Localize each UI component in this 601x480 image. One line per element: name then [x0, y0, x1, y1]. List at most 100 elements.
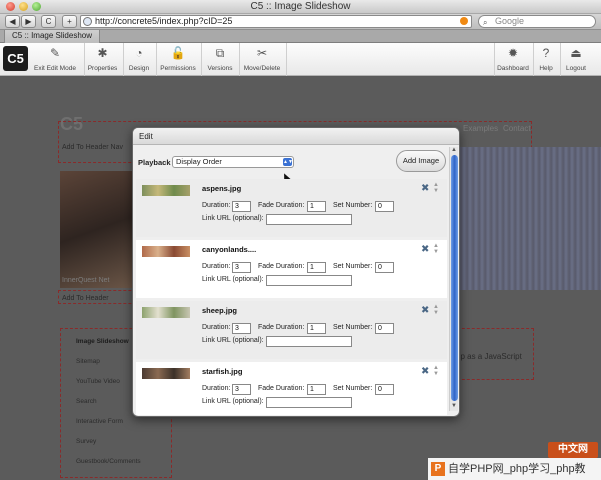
scroll-down-icon[interactable]: ▼ — [451, 403, 457, 409]
versions-button[interactable]: ⧉ Versions — [203, 46, 237, 72]
watermark-text: 自学PHP网_php学习_php教 — [448, 463, 586, 475]
image-row: sheep.jpg ✖ ▲ ▼ Duration: 3 Fade Duration… — [136, 301, 447, 359]
hero-image — [60, 171, 135, 288]
sidebar-item-guestbook[interactable]: Guestbook/Comments — [76, 458, 141, 465]
duration-label: Duration: — [202, 385, 231, 392]
window-titlebar: C5 :: Image Slideshow — [0, 0, 601, 14]
tab-image-slideshow[interactable]: C5 :: Image Slideshow — [4, 30, 100, 43]
permissions-label: Permissions — [160, 65, 196, 72]
delete-icon[interactable]: ✖ — [421, 306, 429, 316]
scroll-up-icon[interactable]: ▲ — [451, 147, 457, 153]
nav-contact[interactable]: Contact — [503, 124, 531, 133]
dashboard-icon: ✹ — [507, 46, 519, 60]
move-delete-button[interactable]: ✂ Move/Delete — [241, 46, 283, 72]
set-number-input[interactable]: 0 — [375, 262, 394, 273]
dashboard-button[interactable]: ✹ Dashboard — [495, 46, 531, 72]
sidebar-item-youtube-video[interactable]: YouTube Video — [76, 378, 120, 385]
sidebar-item-interactive-form[interactable]: Interactive Form — [76, 418, 123, 425]
set-number-input[interactable]: 0 — [375, 201, 394, 212]
c5-edit-toolbar: C5 ✎ Exit Edit Mode ✱ Properties ◔ Desig… — [0, 43, 601, 76]
duration-label: Duration: — [202, 324, 231, 331]
duration-input[interactable]: 3 — [232, 262, 251, 273]
set-number-label: Set Number: — [333, 324, 373, 331]
fade-duration-input[interactable]: 1 — [307, 323, 326, 334]
sidebar-item-image-slideshow[interactable]: Image Slideshow — [76, 338, 129, 345]
image-thumbnail — [142, 368, 190, 379]
rss-icon[interactable] — [460, 17, 468, 25]
c5-logo[interactable]: C5 — [3, 46, 28, 71]
toolbar-divider — [201, 43, 202, 76]
duration-input[interactable]: 3 — [232, 323, 251, 334]
image-thumbnail — [142, 185, 190, 196]
logout-label: Logout — [566, 65, 586, 72]
playback-value: Display Order — [176, 157, 222, 166]
sidebar-item-survey[interactable]: Survey — [76, 438, 96, 445]
url-bar[interactable]: http://concrete5/index.php?cID=25 — [80, 15, 472, 28]
back-button[interactable]: ◀ — [5, 15, 20, 28]
set-number-input[interactable]: 0 — [375, 323, 394, 334]
permissions-button[interactable]: 🔓 Permissions — [158, 46, 198, 72]
design-label: Design — [128, 65, 150, 72]
logout-icon: ⏏ — [570, 46, 582, 60]
select-arrows-icon: ▲▼ — [283, 158, 293, 166]
fade-duration-label: Fade Duration: — [258, 385, 305, 392]
duration-input[interactable]: 3 — [232, 201, 251, 212]
toolbar-divider — [286, 43, 287, 76]
sort-arrows-icon[interactable]: ▲ ▼ — [433, 243, 439, 255]
design-button[interactable]: ◔ Design — [125, 46, 153, 72]
properties-button[interactable]: ✱ Properties — [85, 46, 120, 72]
duration-input[interactable]: 3 — [232, 384, 251, 395]
forward-button[interactable]: ▶ — [21, 15, 36, 28]
sidebar-item-sitemap[interactable]: Sitemap — [76, 358, 100, 365]
watermark-badge: 中文网 — [548, 442, 598, 458]
fade-duration-input[interactable]: 1 — [307, 201, 326, 212]
add-to-header-nav-link[interactable]: Add To Header Nav — [62, 144, 123, 151]
versions-label: Versions — [207, 65, 233, 72]
image-row: canyonlands.... ✖ ▲ ▼ Duration: 3 Fade Du… — [136, 240, 447, 298]
fade-duration-input[interactable]: 1 — [307, 384, 326, 395]
link-url-input[interactable] — [266, 214, 352, 225]
link-url-input[interactable] — [266, 336, 352, 347]
image-thumbnail — [142, 246, 190, 257]
search-input[interactable]: ⌕ Google — [478, 15, 596, 28]
delete-icon[interactable]: ✖ — [421, 245, 429, 255]
url-text: http://concrete5/index.php?cID=25 — [95, 16, 233, 26]
playback-select[interactable]: Display Order ▲▼ — [172, 156, 294, 168]
sort-arrows-icon[interactable]: ▲ ▼ — [433, 365, 439, 377]
help-button[interactable]: ? Help — [535, 46, 557, 72]
link-url-input[interactable] — [266, 397, 352, 408]
permissions-icon: 🔓 — [170, 46, 186, 60]
add-to-header-link[interactable]: Add To Header — [62, 295, 109, 302]
toolbar-divider — [156, 43, 157, 76]
image-row: starfish.jpg ✖ ▲ ▼ Duration: 3 Fade Durat… — [136, 362, 447, 415]
toolbar-divider — [239, 43, 240, 76]
logout-button[interactable]: ⏏ Logout — [562, 46, 590, 72]
set-number-input[interactable]: 0 — [375, 384, 394, 395]
add-image-button[interactable]: Add Image — [396, 150, 446, 172]
toolbar-divider — [123, 43, 124, 76]
sidebar-item-search[interactable]: Search — [76, 398, 97, 405]
move-delete-icon: ✂ — [256, 46, 268, 60]
fade-duration-input[interactable]: 1 — [307, 262, 326, 273]
exit-edit-mode-label: Exit Edit Mode — [34, 65, 76, 72]
nav-examples[interactable]: Examples — [463, 124, 498, 133]
set-number-label: Set Number: — [333, 263, 373, 270]
sort-arrows-icon[interactable]: ▲ ▼ — [433, 182, 439, 194]
php-logo-icon: P — [431, 462, 445, 476]
sort-arrows-icon[interactable]: ▲ ▼ — [433, 304, 439, 316]
move-delete-label: Move/Delete — [243, 65, 281, 72]
link-url-label: Link URL (optional): — [202, 215, 264, 222]
exit-edit-mode-button[interactable]: ✎ Exit Edit Mode — [30, 46, 80, 72]
design-icon: ◔ — [135, 46, 143, 60]
delete-icon[interactable]: ✖ — [421, 184, 429, 194]
link-url-label: Link URL (optional): — [202, 337, 264, 344]
add-bookmark-button[interactable]: + — [62, 15, 77, 28]
dialog-scrollbar[interactable]: ▲ ▼ — [449, 147, 458, 411]
delete-icon[interactable]: ✖ — [421, 367, 429, 377]
search-icon: ⌕ — [483, 18, 488, 27]
fade-duration-label: Fade Duration: — [258, 263, 305, 270]
tab-strip: C5 :: Image Slideshow — [0, 30, 601, 43]
scrollbar-thumb[interactable] — [451, 155, 458, 401]
reload-button[interactable]: C — [41, 15, 56, 28]
link-url-input[interactable] — [266, 275, 352, 286]
